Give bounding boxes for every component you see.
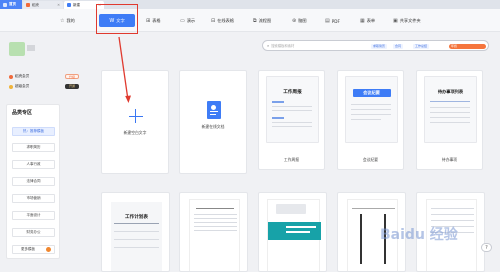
category-item[interactable]: 市场营销 xyxy=(12,194,55,203)
star-icon: ☆ xyxy=(60,18,65,24)
search-chip[interactable]: 合同 xyxy=(393,44,404,49)
tab-home-label: 首页 xyxy=(9,2,16,6)
category-item[interactable]: 求职简历 xyxy=(12,143,55,152)
toolbar-mindmap[interactable]: ⊛ 脑图 xyxy=(292,16,307,26)
card-label: 会议纪要 xyxy=(362,157,379,162)
template-preview: 待办事项列表 xyxy=(424,76,477,143)
category-item-label: 更多模板 xyxy=(21,247,35,251)
avatar[interactable] xyxy=(9,42,25,56)
card-label: 新建空白文字 xyxy=(123,130,147,135)
sheet-online-icon: ⊟ xyxy=(211,18,216,24)
vip-label: 稻壳会员 xyxy=(15,74,30,78)
mindmap-icon: ⊛ xyxy=(292,18,297,24)
pdf-icon: ▤ xyxy=(325,18,330,24)
toolbar-label: 表格 xyxy=(152,18,161,23)
card-new-online-doc[interactable]: 新建在线文档 xyxy=(179,70,247,174)
toolbar-label: 表单 xyxy=(366,18,376,23)
card-label: 工作周报 xyxy=(283,157,300,162)
search-chip[interactable]: 工作总结 xyxy=(413,44,430,49)
search-input[interactable]: 搜索模板和素材 xyxy=(271,43,294,48)
tab-docer-label: 稻壳 xyxy=(32,2,39,7)
highlight-box xyxy=(96,4,138,34)
template-preview: 会议纪要 xyxy=(345,76,398,143)
category-panel: 品类专区 热：推荐模板 求职简历 人事行政 法律合同 市场营销 平面设计 财务办… xyxy=(6,104,60,259)
card-weekly-report[interactable]: 工作周报 工作周报 xyxy=(258,70,325,170)
new-doc-toolbar: ☆ 我的 W 文字 ⊞ 表格 ▭ 演示 ⊟ 在线表格 ⧉ 流程图 ⊛ 脑图 ▤ PDF ▦ 表单 … xyxy=(0,9,500,32)
category-item[interactable]: 平面设计 xyxy=(12,211,55,220)
tab-docer[interactable]: 稻壳 ✕ xyxy=(23,1,63,9)
online-doc-icon xyxy=(207,101,221,119)
vip-row-super: 超级会员 开通 xyxy=(9,83,83,90)
toolbar-shared-folder[interactable]: ▣ 共享文件夹 xyxy=(393,16,421,26)
search-bar[interactable]: ⌕ 搜索模板和素材 求职简历 合同 工作总结 年终 xyxy=(262,40,489,51)
close-icon[interactable]: ✕ xyxy=(57,3,60,7)
category-item[interactable]: 财务办公 xyxy=(12,228,55,237)
toolbar-label: 演示 xyxy=(186,18,196,23)
vip-label: 超级会员 xyxy=(15,84,30,88)
toolbar-label: PDF xyxy=(331,18,340,24)
template-card[interactable] xyxy=(179,192,248,272)
search-chip[interactable]: 年终 xyxy=(449,44,486,49)
card-meeting-minutes[interactable]: 会议纪要 会议纪要 xyxy=(337,70,404,170)
template-title: 会议纪要 xyxy=(363,90,380,95)
toolbar-form[interactable]: ▦ 表单 xyxy=(360,16,375,26)
category-item[interactable]: 人事行政 xyxy=(12,160,55,169)
docer-vip-icon xyxy=(9,74,13,79)
toolbar-slides[interactable]: ▭ 演示 xyxy=(180,16,195,26)
super-vip-icon xyxy=(9,84,13,89)
flowchart-icon: ⧉ xyxy=(253,18,257,24)
toolbar-label: 共享文件夹 xyxy=(399,18,421,23)
template-preview: 工作周报 xyxy=(266,76,319,143)
card-new-blank-doc[interactable]: 新建空白文字 xyxy=(101,70,169,174)
template-title: 工作计划表 xyxy=(125,215,148,220)
template-card[interactable] xyxy=(258,192,327,272)
toolbar-mine[interactable]: ☆ 我的 xyxy=(60,16,75,26)
search-chip[interactable]: 求职简历 xyxy=(371,44,388,49)
toolbar-label: 我的 xyxy=(66,18,75,23)
toolbar-label: 流程图 xyxy=(258,18,272,23)
toolbar-sheet[interactable]: ⊞ 表格 xyxy=(146,16,161,26)
sheet-icon: ⊞ xyxy=(146,18,151,24)
help-icon[interactable]: ? xyxy=(481,243,492,252)
tab-home[interactable]: 首页 xyxy=(0,0,22,9)
category-title: 品类专区 xyxy=(12,110,33,116)
vip-row-docer: 稻壳会员 升级 xyxy=(9,73,83,80)
category-item[interactable]: 热：推荐模板 xyxy=(12,127,55,136)
hot-badge-icon xyxy=(46,247,51,252)
toolbar-pdf[interactable]: ▤ PDF xyxy=(325,16,340,26)
tab-new-label: 新建 xyxy=(73,2,80,7)
toolbar-label: 脑图 xyxy=(298,18,307,23)
open-vip-button[interactable]: 开通 xyxy=(65,84,79,89)
card-label: 新建在线文档 xyxy=(201,124,225,129)
docer-icon xyxy=(26,3,30,7)
template-card[interactable]: 工作计划表 xyxy=(101,192,170,272)
form-icon: ▦ xyxy=(360,18,365,24)
slides-icon: ▭ xyxy=(180,18,185,24)
tab-bar: 首页 稻壳 ✕ 新建 ✕ + xyxy=(0,0,500,9)
toolbar-flowchart[interactable]: ⧉ 流程图 xyxy=(253,16,271,26)
card-todo-list[interactable]: 待办事项列表 待办事项 xyxy=(416,70,483,170)
toolbar-online-sheet[interactable]: ⊟ 在线表格 xyxy=(211,16,234,26)
template-title: 待办事项列表 xyxy=(437,89,464,94)
watermark: Baidu 经验 xyxy=(380,227,458,243)
plus-icon-h xyxy=(128,115,143,117)
home-icon xyxy=(3,2,7,7)
search-icon: ⌕ xyxy=(267,43,270,48)
new-tab-icon xyxy=(67,3,71,7)
toolbar-label: 在线表格 xyxy=(217,18,234,23)
category-item[interactable]: 法律合同 xyxy=(12,177,55,186)
template-title: 工作周报 xyxy=(283,90,302,95)
card-label: 待办事项 xyxy=(441,157,458,162)
category-item-more[interactable]: 更多模板 xyxy=(12,245,55,254)
sidebar: 稻壳会员 升级 超级会员 开通 品类专区 热：推荐模板 求职简历 人事行政 法律… xyxy=(3,37,85,267)
username-placeholder xyxy=(27,45,35,51)
folder-icon: ▣ xyxy=(393,18,398,24)
upgrade-button[interactable]: 升级 xyxy=(65,74,79,79)
